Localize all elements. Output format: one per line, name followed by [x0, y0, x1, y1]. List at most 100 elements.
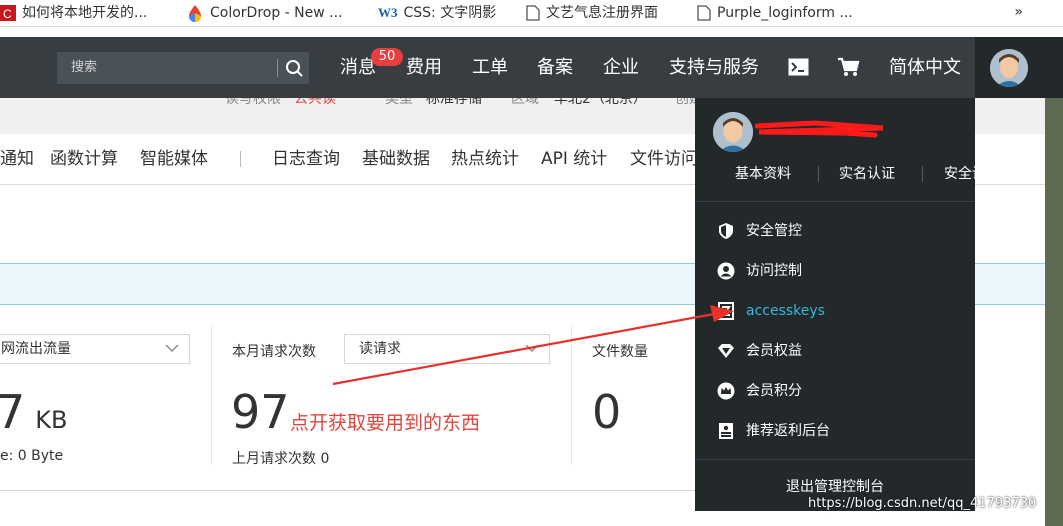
- cart-icon[interactable]: [838, 57, 860, 77]
- nav-support[interactable]: 支持与服务: [669, 37, 759, 98]
- bookmarks-overflow-button[interactable]: »: [1014, 0, 1023, 24]
- request-type-select[interactable]: 读请求: [344, 334, 550, 364]
- menu-item-label: 推荐返利后台: [746, 423, 830, 439]
- redaction-mark: [755, 120, 884, 138]
- search-divider: [277, 59, 278, 77]
- nav-tickets[interactable]: 工单: [472, 37, 508, 98]
- tab-file-access[interactable]: 文件访问: [630, 134, 698, 184]
- requests-value: 97: [231, 385, 290, 439]
- bookmark-label: Purple_loginform ...: [717, 5, 853, 21]
- svg-text:C: C: [3, 7, 12, 21]
- avatar: [713, 112, 753, 152]
- tab-divider: [240, 151, 241, 167]
- account-links: 基本资料 实名认证 安全设置: [695, 160, 1000, 188]
- w3-icon: W3: [378, 5, 398, 20]
- menu-item-access-control[interactable]: 访问控制: [695, 251, 975, 291]
- menu-item-label: accesskeys: [746, 303, 825, 319]
- top-navigation: 搜索 消息 50 费用 工单 备案 企业 支持与服务 简体中文: [0, 37, 975, 98]
- shield-icon: [719, 223, 733, 239]
- bookmark-label: CSS: 文字阴影: [403, 5, 497, 21]
- type-value: 标准存储: [426, 98, 482, 107]
- colordrop-icon: [189, 5, 201, 22]
- acl-label: 读写权限: [225, 98, 281, 107]
- type-label: 类型: [385, 98, 413, 107]
- tab-notification[interactable]: 通知: [0, 134, 34, 184]
- dropdown-divider: [695, 201, 975, 202]
- link-divider: [818, 166, 819, 182]
- dropdown-divider: [695, 459, 975, 460]
- stats-divider: [571, 325, 572, 465]
- bookmark-2[interactable]: ColorDrop - New ...: [186, 0, 343, 26]
- bookmark-label: 文艺气息注册界面: [546, 5, 658, 21]
- menu-item-referral[interactable]: 推荐返利后台: [695, 411, 975, 451]
- menu-item-label: 会员权益: [746, 343, 802, 359]
- chevron-down-icon: [525, 344, 539, 352]
- bookmark-3[interactable]: W3 CSS: 文字阴影: [378, 0, 496, 26]
- background-edge: [1045, 98, 1063, 526]
- files-label: 文件数量: [592, 344, 648, 360]
- terminal-icon[interactable]: [788, 58, 809, 76]
- requests-label: 本月请求次数: [232, 344, 316, 360]
- nav-enterprise[interactable]: 企业: [603, 37, 639, 98]
- menu-item-label: 访问控制: [746, 263, 802, 279]
- tab-log-query[interactable]: 日志查询: [272, 134, 340, 184]
- account-menu-trigger[interactable]: [975, 37, 1063, 98]
- annotation-text: 点开获取要用到的东西: [290, 412, 481, 434]
- files-value: 0: [592, 385, 622, 439]
- bookmark-label: 如何将本地开发的...: [22, 5, 148, 21]
- page-icon: [697, 5, 711, 21]
- account-dropdown: 基本资料 实名认证 安全设置 安全管控 访问控制 accesskeys 会员权益…: [695, 98, 1000, 511]
- bookmark-5[interactable]: Purple_loginform ...: [697, 0, 853, 26]
- tab-intelligent-media[interactable]: 智能媒体: [140, 134, 208, 184]
- menu-item-accesskeys[interactable]: accesskeys: [695, 291, 975, 331]
- page-icon: [526, 5, 540, 21]
- request-type-value: 读请求: [359, 341, 401, 357]
- traffic-type-select[interactable]: 网流出流量: [0, 334, 190, 364]
- avatar[interactable]: [990, 49, 1028, 87]
- real-name-auth-link[interactable]: 实名认证: [839, 160, 895, 188]
- traffic-type-value: 网流出流量: [1, 341, 71, 357]
- bucket-info: 读写权限 公共读 类型 标准存储 区域 华北2（北京） 创建: [0, 98, 700, 114]
- traffic-unit: KB: [35, 406, 68, 434]
- link-divider: [922, 166, 923, 182]
- search-icon[interactable]: [283, 58, 305, 78]
- panel-bottom-border: [0, 490, 700, 491]
- bookmark-label: ColorDrop - New ...: [210, 5, 343, 21]
- nav-billing[interactable]: 费用: [406, 37, 442, 98]
- tab-hotspot-stats[interactable]: 热点统计: [451, 134, 519, 184]
- search-input[interactable]: 搜索: [71, 52, 97, 84]
- stats-divider: [211, 325, 212, 465]
- tab-basic-data[interactable]: 基础数据: [362, 134, 430, 184]
- nav-messages[interactable]: 消息: [340, 37, 376, 98]
- diamond-icon: [718, 344, 734, 358]
- watermark: https://blog.csdn.net/qq_41793730: [808, 496, 1037, 511]
- search-box[interactable]: 搜索: [57, 52, 309, 84]
- csdn-icon: C: [0, 5, 16, 21]
- menu-item-security-control[interactable]: 安全管控: [695, 211, 975, 251]
- document-icon: [719, 423, 733, 439]
- language-switch[interactable]: 简体中文: [889, 37, 961, 98]
- region-value: 华北2（北京）: [554, 98, 647, 107]
- messages-badge: 50: [371, 48, 403, 66]
- traffic-value: 7 KB: [0, 385, 68, 439]
- acl-value: 公共读: [294, 98, 336, 107]
- traffic-previous: e: 0 Byte: [0, 448, 64, 464]
- user-icon: [717, 262, 735, 280]
- menu-item-member-benefits[interactable]: 会员权益: [695, 331, 975, 371]
- menu-item-member-points[interactable]: 会员积分: [695, 371, 975, 411]
- menu-item-label: 会员积分: [746, 383, 802, 399]
- bookmark-4[interactable]: 文艺气息注册界面: [526, 0, 658, 26]
- key-icon: [718, 302, 734, 320]
- security-settings-link[interactable]: 安全设置: [944, 160, 1000, 188]
- region-label: 区域: [511, 98, 539, 107]
- tab-function-compute[interactable]: 函数计算: [50, 134, 118, 184]
- requests-previous: 上月请求次数 0: [232, 451, 330, 467]
- nav-icp-filing[interactable]: 备案: [537, 37, 573, 98]
- menu-item-label: 安全管控: [746, 223, 802, 239]
- chevron-down-icon: [165, 344, 179, 352]
- crown-icon: [717, 382, 735, 400]
- bookmarks-bar: C 如何将本地开发的... ColorDrop - New ... W3 CSS: …: [0, 0, 1063, 27]
- tab-api-stats[interactable]: API 统计: [541, 134, 607, 184]
- profile-link[interactable]: 基本资料: [735, 160, 791, 188]
- bookmark-1[interactable]: C 如何将本地开发的...: [0, 0, 147, 26]
